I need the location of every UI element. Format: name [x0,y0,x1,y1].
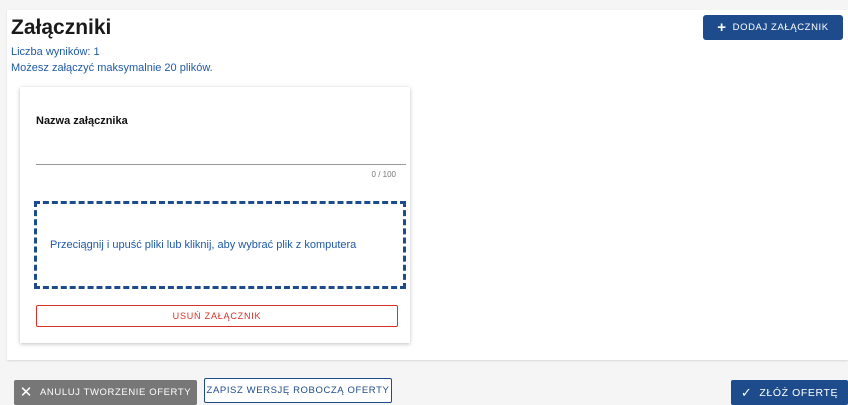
add-attachment-button[interactable]: + DODAJ ZAŁĄCZNIK [703,15,843,40]
add-attachment-label: DODAJ ZAŁĄCZNIK [732,22,829,33]
dropzone-text: Przeciągnij i upuść pliki lub kliknij, a… [50,239,357,251]
save-draft-button[interactable]: ZAPISZ WERSJĘ ROBOCZĄ OFERTY [204,378,392,403]
submit-offer-label: ZŁÓŻ OFERTĘ [759,386,839,399]
check-icon: ✓ [740,385,753,400]
close-icon: ✕ [19,384,33,401]
remove-attachment-button[interactable]: USUŃ ZAŁĄCZNIK [36,305,398,327]
plus-icon: + [717,19,727,36]
attachment-name-input[interactable] [36,164,406,165]
attachment-name-label: Nazwa załącznika [36,115,128,127]
char-counter: 0 / 100 [371,170,396,179]
result-count: Liczba wyników: 1 [11,46,100,58]
page-title: Załączniki [11,16,112,39]
cancel-offer-label: ANULUJ TWORZENIE OFERTY [39,387,192,398]
submit-offer-button[interactable]: ✓ ZŁÓŻ OFERTĘ [731,380,848,405]
file-dropzone[interactable]: Przeciągnij i upuść pliki lub kliknij, a… [34,201,406,289]
file-limit-note: Możesz załączyć maksymalnie 20 plików. [11,62,213,74]
attachment-card: Nazwa załącznika 0 / 100 Przeciągnij i u… [20,87,410,343]
cancel-offer-button[interactable]: ✕ ANULUJ TWORZENIE OFERTY [14,380,197,405]
